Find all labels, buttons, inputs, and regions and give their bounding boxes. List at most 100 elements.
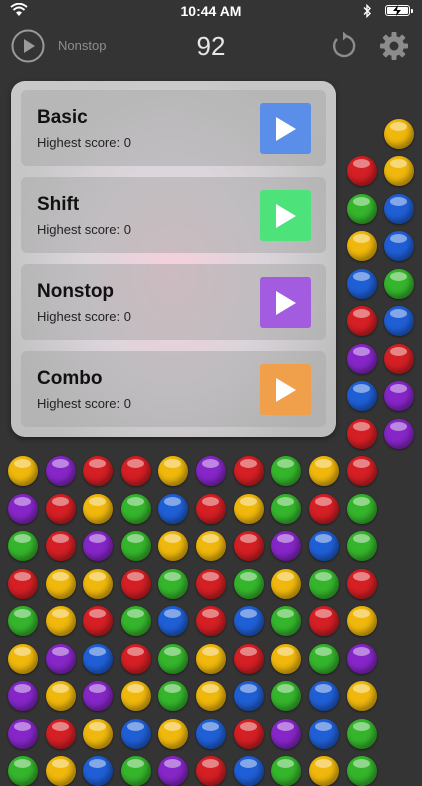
- game-ball[interactable]: [234, 718, 264, 749]
- game-ball[interactable]: [271, 756, 301, 786]
- game-ball[interactable]: [121, 643, 151, 674]
- game-ball[interactable]: [158, 456, 188, 486]
- game-ball[interactable]: [234, 456, 264, 486]
- play-nonstop-button[interactable]: [260, 277, 311, 328]
- game-ball[interactable]: [46, 718, 76, 749]
- game-ball[interactable]: [158, 756, 188, 786]
- game-ball[interactable]: [196, 718, 226, 749]
- game-ball[interactable]: [234, 606, 264, 636]
- game-ball[interactable]: [384, 231, 414, 261]
- game-ball[interactable]: [8, 456, 38, 486]
- game-ball[interactable]: [158, 681, 188, 711]
- game-ball[interactable]: [271, 606, 301, 636]
- game-ball[interactable]: [121, 568, 151, 599]
- play-basic-button[interactable]: [260, 103, 311, 154]
- game-ball[interactable]: [196, 681, 226, 711]
- game-ball[interactable]: [121, 756, 151, 786]
- gear-icon[interactable]: [378, 30, 410, 62]
- game-ball[interactable]: [271, 456, 301, 486]
- game-ball[interactable]: [83, 493, 113, 524]
- game-ball[interactable]: [83, 606, 113, 636]
- game-ball[interactable]: [347, 718, 377, 749]
- game-ball[interactable]: [271, 493, 301, 524]
- game-ball[interactable]: [347, 268, 377, 299]
- game-ball[interactable]: [46, 493, 76, 524]
- game-ball[interactable]: [347, 456, 377, 486]
- game-ball[interactable]: [46, 681, 76, 711]
- game-ball[interactable]: [384, 268, 414, 299]
- game-ball[interactable]: [8, 643, 38, 674]
- game-ball[interactable]: [121, 606, 151, 636]
- game-ball[interactable]: [196, 531, 226, 561]
- game-ball[interactable]: [83, 756, 113, 786]
- game-ball[interactable]: [347, 193, 377, 224]
- game-ball[interactable]: [121, 531, 151, 561]
- play-combo-button[interactable]: [260, 364, 311, 415]
- game-ball[interactable]: [196, 493, 226, 524]
- game-ball[interactable]: [46, 756, 76, 786]
- game-ball[interactable]: [309, 606, 339, 636]
- game-ball[interactable]: [384, 306, 414, 336]
- game-ball[interactable]: [271, 531, 301, 561]
- game-ball[interactable]: [121, 718, 151, 749]
- game-ball[interactable]: [309, 718, 339, 749]
- game-ball[interactable]: [347, 531, 377, 561]
- game-ball[interactable]: [347, 381, 377, 411]
- game-ball[interactable]: [8, 606, 38, 636]
- game-ball[interactable]: [347, 756, 377, 786]
- game-ball[interactable]: [384, 343, 414, 374]
- game-ball[interactable]: [309, 681, 339, 711]
- game-ball[interactable]: [121, 681, 151, 711]
- game-ball[interactable]: [196, 643, 226, 674]
- game-ball[interactable]: [196, 756, 226, 786]
- game-ball[interactable]: [234, 493, 264, 524]
- game-ball[interactable]: [196, 606, 226, 636]
- game-ball[interactable]: [309, 493, 339, 524]
- game-ball[interactable]: [347, 156, 377, 186]
- game-ball[interactable]: [309, 756, 339, 786]
- game-ball[interactable]: [8, 493, 38, 524]
- game-ball[interactable]: [158, 718, 188, 749]
- game-ball[interactable]: [83, 718, 113, 749]
- game-ball[interactable]: [271, 568, 301, 599]
- game-ball[interactable]: [46, 606, 76, 636]
- mode-card-shift[interactable]: Shift Highest score: 0: [21, 177, 326, 253]
- play-shift-button[interactable]: [260, 190, 311, 241]
- game-ball[interactable]: [121, 493, 151, 524]
- game-ball[interactable]: [83, 531, 113, 561]
- game-ball[interactable]: [384, 118, 414, 149]
- game-ball[interactable]: [347, 493, 377, 524]
- game-ball[interactable]: [309, 568, 339, 599]
- game-ball[interactable]: [384, 381, 414, 411]
- game-ball[interactable]: [271, 681, 301, 711]
- game-ball[interactable]: [46, 568, 76, 599]
- game-ball[interactable]: [309, 456, 339, 486]
- game-ball[interactable]: [234, 756, 264, 786]
- game-ball[interactable]: [46, 531, 76, 561]
- game-ball[interactable]: [234, 568, 264, 599]
- game-ball[interactable]: [46, 456, 76, 486]
- game-ball[interactable]: [234, 681, 264, 711]
- mode-card-nonstop[interactable]: Nonstop Highest score: 0: [21, 264, 326, 340]
- game-ball[interactable]: [8, 531, 38, 561]
- game-ball[interactable]: [271, 643, 301, 674]
- game-ball[interactable]: [234, 643, 264, 674]
- game-ball[interactable]: [121, 456, 151, 486]
- game-ball[interactable]: [196, 568, 226, 599]
- game-ball[interactable]: [158, 643, 188, 674]
- game-ball[interactable]: [158, 531, 188, 561]
- game-ball[interactable]: [347, 418, 377, 449]
- game-ball[interactable]: [46, 643, 76, 674]
- restart-icon[interactable]: [328, 30, 360, 62]
- game-ball[interactable]: [384, 193, 414, 224]
- game-ball[interactable]: [347, 643, 377, 674]
- game-ball[interactable]: [158, 606, 188, 636]
- game-ball[interactable]: [347, 568, 377, 599]
- game-ball[interactable]: [309, 531, 339, 561]
- game-ball[interactable]: [384, 418, 414, 449]
- game-ball[interactable]: [347, 231, 377, 261]
- game-ball[interactable]: [83, 643, 113, 674]
- game-ball[interactable]: [347, 343, 377, 374]
- game-ball[interactable]: [384, 156, 414, 186]
- game-ball[interactable]: [8, 568, 38, 599]
